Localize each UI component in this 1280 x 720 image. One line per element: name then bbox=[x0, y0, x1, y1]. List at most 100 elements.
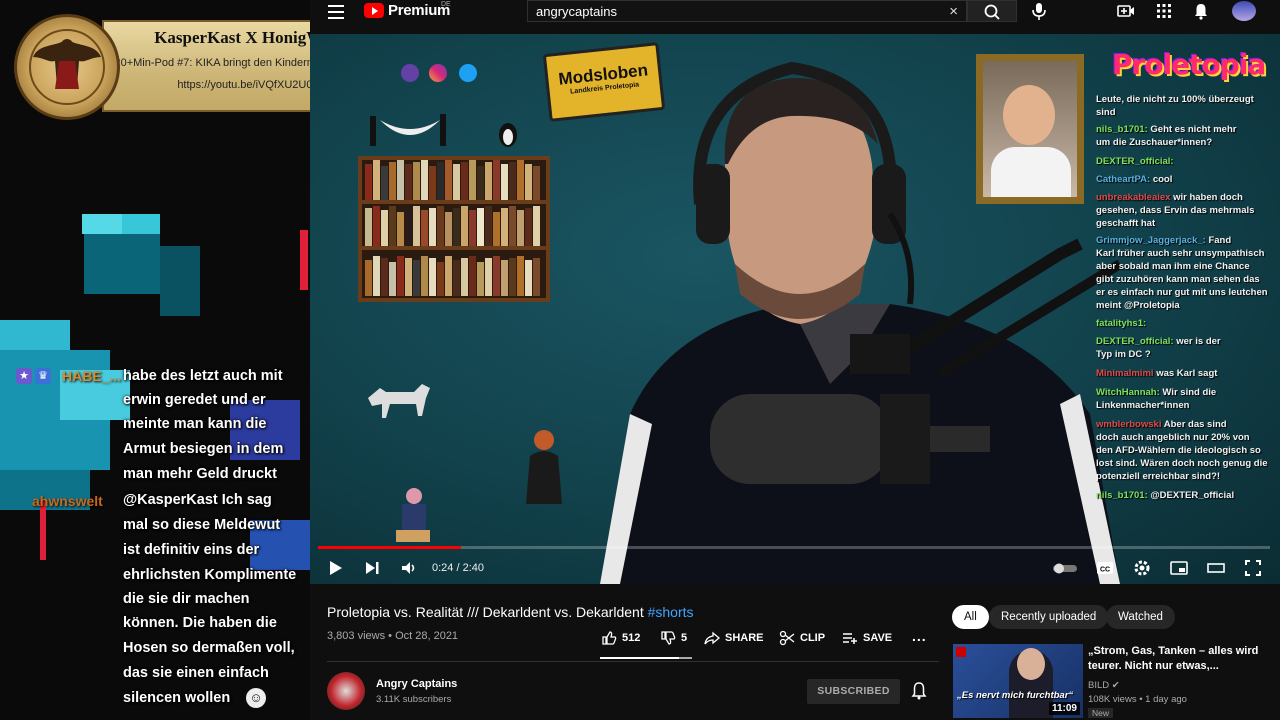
divider bbox=[327, 661, 939, 662]
related-video-meta: 108K views • 1 day ago bbox=[1088, 694, 1187, 705]
save-label: SAVE bbox=[863, 632, 893, 644]
chat-text: er es einfach nur gut mit uns leutchen bbox=[1096, 287, 1268, 298]
like-ratio-fill bbox=[600, 657, 680, 659]
chat-line: das sie einen einfach bbox=[123, 665, 269, 681]
chat-text: doch auch angeblich nur 20% von bbox=[1096, 432, 1250, 443]
search-button[interactable] bbox=[967, 0, 1017, 22]
chat-user: fatalityhs1: bbox=[1096, 318, 1147, 329]
captions-icon[interactable]: CC bbox=[1096, 559, 1114, 577]
notifications-bell-icon[interactable] bbox=[1192, 2, 1210, 20]
clip-button[interactable]: CLIP bbox=[779, 630, 825, 646]
banner-box: KasperKast X HonigWabe 20+Min-Pod #7: KI… bbox=[102, 20, 310, 112]
eris-seal-logo bbox=[14, 14, 120, 120]
bookshelf bbox=[358, 156, 550, 302]
subscribed-button[interactable]: SUBSCRIBED bbox=[807, 679, 900, 704]
notification-bell-icon[interactable] bbox=[910, 681, 928, 701]
chat-text: gibt zuzuhören kann man sehen das bbox=[1096, 274, 1260, 285]
channel-badge-icon bbox=[956, 647, 966, 657]
video-progress-bar[interactable] bbox=[318, 546, 1270, 549]
chat-text: cool bbox=[1152, 174, 1173, 185]
chat-line: können. Die haben die bbox=[123, 615, 277, 631]
thumbs-up-icon bbox=[602, 631, 617, 645]
chat-username: HABE_... bbox=[62, 368, 122, 384]
more-actions-icon[interactable]: ... bbox=[912, 628, 927, 644]
video-player[interactable]: Modsloben Landkreis Proletopia Proletopi… bbox=[310, 34, 1280, 584]
chat-user: unbreakableaiex bbox=[1096, 192, 1171, 203]
chat-text: den AFD-Wählern die ideologisch so bbox=[1096, 445, 1261, 456]
moon-decoration-icon bbox=[370, 114, 446, 146]
chat-message: er es einfach nur gut mit uns leutchen bbox=[1096, 287, 1268, 298]
chip-recently-uploaded[interactable]: Recently uploaded bbox=[989, 605, 1109, 629]
apps-grid-icon[interactable] bbox=[1155, 2, 1173, 20]
region-code: DE bbox=[441, 1, 451, 8]
microphone-icon[interactable] bbox=[1027, 0, 1051, 22]
related-channel-name[interactable]: BILD bbox=[1088, 680, 1109, 691]
clip-label: CLIP bbox=[800, 632, 826, 644]
chat-message: Linkenmacher*innen bbox=[1096, 400, 1189, 411]
streamer-figure bbox=[600, 61, 1123, 584]
video-title: Proletopia vs. Realität /// Dekarldent v… bbox=[327, 604, 694, 620]
horse-figure-icon bbox=[368, 384, 430, 418]
save-button[interactable]: SAVE bbox=[842, 630, 892, 646]
share-button[interactable]: SHARE bbox=[704, 630, 764, 646]
like-button[interactable]: 512 bbox=[601, 630, 640, 646]
chip-watched[interactable]: Watched bbox=[1106, 605, 1175, 629]
thumbnail-face bbox=[1017, 648, 1045, 680]
chat-message: nils_b1701: Geht es nicht mehr bbox=[1096, 124, 1236, 135]
chat-message: sind bbox=[1096, 107, 1116, 118]
emote-icon: ☺ bbox=[246, 688, 266, 708]
twitch-icon bbox=[401, 64, 419, 82]
search-icon[interactable] bbox=[968, 1, 1018, 23]
related-video-title[interactable]: „Strom, Gas, Tanken – alles wird teurer.… bbox=[1088, 644, 1268, 674]
autoplay-toggle-icon[interactable] bbox=[1052, 559, 1078, 577]
hamburger-menu-icon[interactable] bbox=[328, 5, 344, 19]
stream-overlay-panel: KasperKast X HonigWabe 20+Min-Pod #7: KI… bbox=[0, 0, 310, 720]
chat-text: potenziell erreichbar sind?! bbox=[1096, 471, 1221, 482]
account-avatar[interactable] bbox=[1232, 1, 1256, 21]
chat-line: die sie dir machen bbox=[123, 591, 250, 607]
chat-line: man mehr Geld druckt bbox=[123, 466, 277, 482]
volume-icon[interactable] bbox=[400, 559, 418, 577]
search-input[interactable]: angrycaptains × bbox=[527, 0, 967, 22]
shelf-row bbox=[362, 160, 546, 204]
dislike-button[interactable]: 5 bbox=[660, 630, 687, 646]
channel-name[interactable]: Angry Captains bbox=[376, 678, 457, 690]
chat-message: lost sind. Wären doch noch genug die bbox=[1096, 458, 1268, 469]
chat-username: ahwnswelt bbox=[32, 493, 103, 509]
penguin-icon bbox=[499, 123, 517, 147]
chat-text: was Karl sagt bbox=[1156, 368, 1218, 379]
miniplayer-icon[interactable] bbox=[1170, 559, 1188, 577]
player-controls: 0:24 / 2:40 CC bbox=[310, 552, 1280, 584]
channel-avatar[interactable] bbox=[327, 672, 365, 710]
related-video-channel[interactable]: BILD ✔ bbox=[1088, 680, 1120, 691]
video-title-text: Proletopia vs. Realität /// Dekarldent v… bbox=[327, 604, 644, 620]
chat-user: nils_b1701: bbox=[1096, 490, 1148, 501]
create-video-icon[interactable] bbox=[1117, 2, 1135, 20]
chat-message: DEXTER_official: wer is der bbox=[1096, 336, 1221, 347]
star-badge-icon: ★ bbox=[16, 368, 32, 384]
video-meta: 3,803 views • Oct 28, 2021 bbox=[327, 630, 459, 642]
hashtag-link[interactable]: #shorts bbox=[648, 604, 694, 620]
next-icon[interactable] bbox=[363, 559, 381, 577]
chat-message: DEXTER_official: bbox=[1096, 156, 1174, 167]
chat-message: gibt zuzuhören kann man sehen das bbox=[1096, 274, 1260, 285]
search-query[interactable]: angrycaptains bbox=[536, 4, 617, 19]
chat-line: mal so diese Meldewut bbox=[123, 517, 281, 533]
twitter-icon bbox=[459, 64, 477, 82]
related-video-thumbnail[interactable]: „Es nervt mich furchtbar“ 11:09 bbox=[953, 644, 1083, 718]
chat-line: Hosen so dermaßen voll, bbox=[123, 640, 295, 656]
subscriber-count: 3.11K subscribers bbox=[376, 694, 452, 705]
chat-line: erwin geredet und er bbox=[123, 392, 266, 408]
chat-user: Minimalmimi bbox=[1096, 368, 1154, 379]
chat-text: Typ im DC ? bbox=[1096, 349, 1151, 360]
shelf-row bbox=[362, 206, 546, 250]
theater-mode-icon[interactable] bbox=[1207, 559, 1225, 577]
clear-search-icon[interactable]: × bbox=[949, 3, 958, 20]
youtube-logo-icon[interactable] bbox=[364, 3, 384, 18]
play-icon[interactable] bbox=[326, 559, 344, 577]
settings-gear-icon[interactable] bbox=[1133, 559, 1151, 577]
chip-all[interactable]: All bbox=[952, 605, 989, 629]
fullscreen-icon[interactable] bbox=[1244, 559, 1262, 577]
new-badge: New bbox=[1088, 708, 1114, 718]
view-count: 3,803 views bbox=[327, 630, 386, 642]
